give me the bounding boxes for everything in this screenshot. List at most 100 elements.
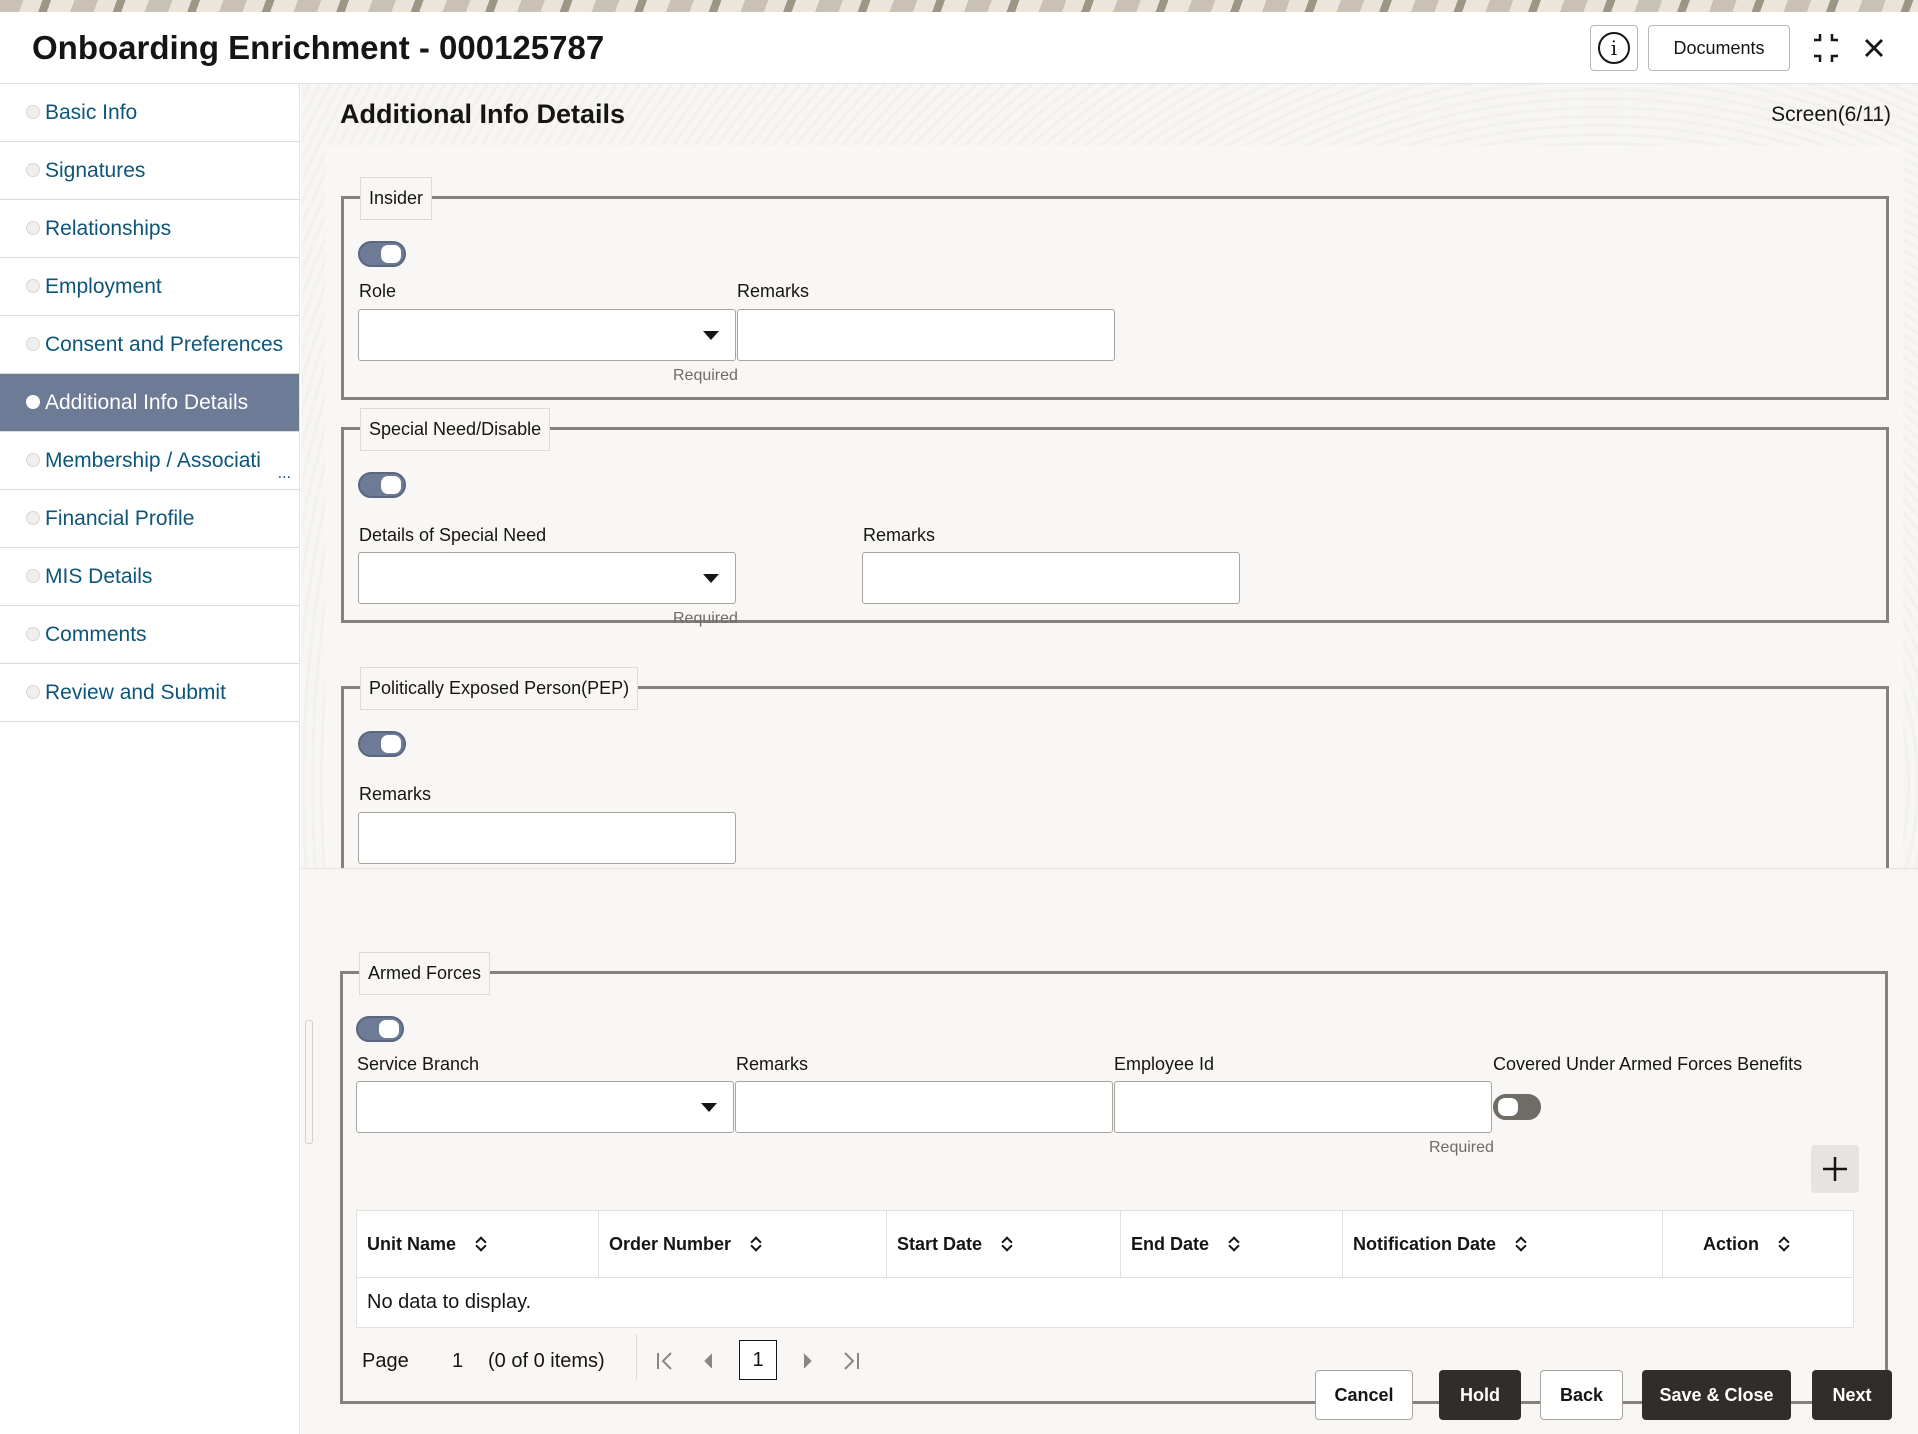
sidebar-item-label: Comments <box>45 622 147 646</box>
sidebar-item-label: Additional Info Details <box>45 390 249 414</box>
step-dot-icon <box>26 337 40 351</box>
special-need-toggle[interactable] <box>358 472 406 498</box>
sidebar-item-financial-profile[interactable]: Financial Profile <box>0 490 299 548</box>
special-need-remarks-label: Remarks <box>863 525 936 545</box>
sidebar-item-additional-info[interactable]: Additional Info Details <box>0 374 299 432</box>
role-label: Role <box>359 281 397 301</box>
benefits-label: Covered Under Armed Forces Benefits <box>1493 1054 1803 1074</box>
scrollbar[interactable] <box>305 1020 313 1144</box>
sort-icon <box>1229 1236 1239 1252</box>
hold-button[interactable]: Hold <box>1439 1370 1521 1420</box>
sidebar-item-label: Review and Submit <box>45 680 226 704</box>
info-button[interactable]: i <box>1590 25 1638 71</box>
sidebar-item-basic-info[interactable]: Basic Info <box>0 84 299 142</box>
sidebar-blank-area <box>0 864 300 1434</box>
column-header-label: End Date <box>1131 1233 1210 1254</box>
special-need-legend: Special Need/Disable <box>360 408 551 451</box>
insider-toggle[interactable] <box>358 241 406 267</box>
screen-counter: Screen(6/11) <box>1771 103 1891 126</box>
step-dot-icon <box>26 685 40 699</box>
insider-remarks-label: Remarks <box>737 281 810 301</box>
sort-icon <box>1516 1236 1526 1252</box>
table-header: Unit Name Order Number Start Date End Da… <box>356 1210 1854 1278</box>
column-header-end-date[interactable]: End Date <box>1121 1211 1343 1277</box>
sidebar-item-label: Membership / Associati <box>45 448 261 472</box>
sidebar-item-label: MIS Details <box>45 564 153 588</box>
sidebar: Basic Info Signatures Relationships Empl… <box>0 84 300 864</box>
employee-id-input[interactable] <box>1114 1081 1492 1133</box>
armed-forces-toggle[interactable] <box>356 1016 404 1042</box>
sort-icon <box>476 1236 486 1252</box>
first-page-icon[interactable] <box>654 1350 676 1372</box>
page-title: Additional Info Details <box>340 99 626 129</box>
column-header-label: Action <box>1703 1233 1759 1254</box>
sidebar-item-label: Consent and Preferences <box>45 332 284 356</box>
benefits-toggle[interactable] <box>1493 1094 1541 1120</box>
step-dot-icon <box>26 627 40 641</box>
items-count: (0 of 0 items) <box>488 1349 605 1372</box>
next-button[interactable]: Next <box>1812 1370 1892 1420</box>
armed-forces-legend: Armed Forces <box>359 952 491 995</box>
sidebar-item-label: Employment <box>45 274 162 298</box>
armed-forces-section: Armed Forces Service Branch Remarks Empl… <box>340 952 1888 1404</box>
pager-divider <box>636 1334 637 1380</box>
armed-forces-remarks-label: Remarks <box>736 1054 809 1074</box>
special-need-remarks-input[interactable] <box>862 552 1240 604</box>
sidebar-item-signatures[interactable]: Signatures <box>0 142 299 200</box>
special-need-details-select[interactable] <box>358 552 736 604</box>
employee-id-required-hint: Required <box>1429 1139 1494 1156</box>
armed-forces-table: Unit Name Order Number Start Date End Da… <box>356 1210 1854 1394</box>
pep-section: Politically Exposed Person(PEP) Remarks <box>341 667 1889 886</box>
truncation-ellipsis: ... <box>277 465 291 482</box>
page-header-title: Onboarding Enrichment - 000125787 <box>32 29 605 66</box>
documents-button[interactable]: Documents <box>1648 25 1790 71</box>
sidebar-item-comments[interactable]: Comments <box>0 606 299 664</box>
back-button[interactable]: Back <box>1540 1370 1623 1420</box>
step-dot-icon <box>26 511 40 525</box>
insider-remarks-input[interactable] <box>737 309 1115 361</box>
step-dot-icon <box>26 221 40 235</box>
plus-icon <box>1823 1157 1847 1181</box>
chevron-down-icon <box>703 331 719 340</box>
employee-id-label: Employee Id <box>1114 1054 1215 1074</box>
close-icon[interactable] <box>1856 30 1892 66</box>
column-header-unit-name[interactable]: Unit Name <box>357 1211 599 1277</box>
info-icon: i <box>1598 32 1630 64</box>
sidebar-item-membership[interactable]: Membership / Associati ... <box>0 432 299 490</box>
sidebar-item-mis-details[interactable]: MIS Details <box>0 548 299 606</box>
column-header-notification-date[interactable]: Notification Date <box>1343 1211 1663 1277</box>
chevron-down-icon <box>701 1103 717 1112</box>
step-dot-icon <box>26 395 40 409</box>
next-page-icon[interactable] <box>799 1352 815 1370</box>
collapse-icon[interactable] <box>1808 30 1844 66</box>
step-dot-icon <box>26 569 40 583</box>
previous-page-icon[interactable] <box>701 1352 717 1370</box>
column-header-start-date[interactable]: Start Date <box>887 1211 1121 1277</box>
app-header: Onboarding Enrichment - 000125787 i Docu… <box>0 12 1918 84</box>
role-select[interactable] <box>358 309 736 361</box>
pep-remarks-input[interactable] <box>358 812 736 864</box>
service-branch-label: Service Branch <box>357 1054 480 1074</box>
add-row-button[interactable] <box>1811 1145 1859 1193</box>
pagination: Page 1 (0 of 0 items) 1 <box>356 1328 1854 1394</box>
sidebar-item-consent[interactable]: Consent and Preferences <box>0 316 299 374</box>
sort-icon <box>751 1236 761 1252</box>
service-branch-select[interactable] <box>356 1081 734 1133</box>
role-required-hint: Required <box>673 367 738 384</box>
sidebar-item-employment[interactable]: Employment <box>0 258 299 316</box>
sidebar-item-relationships[interactable]: Relationships <box>0 200 299 258</box>
column-header-action[interactable]: Action <box>1663 1211 1853 1277</box>
last-page-icon[interactable] <box>840 1350 862 1372</box>
insider-section: Insider Role Required Remarks <box>341 177 1889 400</box>
sidebar-item-label: Signatures <box>45 158 146 182</box>
step-dot-icon <box>26 105 40 119</box>
sidebar-item-review-submit[interactable]: Review and Submit <box>0 664 299 722</box>
armed-forces-remarks-input[interactable] <box>735 1081 1113 1133</box>
current-page-box[interactable]: 1 <box>739 1340 777 1380</box>
save-close-button[interactable]: Save & Close <box>1642 1370 1791 1420</box>
column-header-label: Start Date <box>897 1233 983 1254</box>
column-header-order-number[interactable]: Order Number <box>599 1211 887 1277</box>
pep-toggle[interactable] <box>358 731 406 757</box>
column-header-label: Unit Name <box>367 1233 457 1254</box>
cancel-button[interactable]: Cancel <box>1315 1370 1413 1420</box>
